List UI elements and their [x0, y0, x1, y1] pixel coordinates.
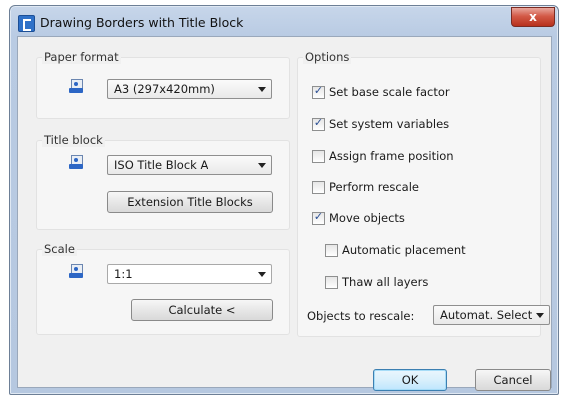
title-block-select[interactable]: ISO Title Block A	[107, 155, 272, 175]
app-icon	[18, 15, 35, 32]
checkbox-box[interactable]	[325, 244, 338, 257]
cancel-button[interactable]: Cancel	[475, 369, 551, 391]
checkbox-label: Thaw all layers	[342, 275, 429, 289]
title-block-value: ISO Title Block A	[114, 158, 209, 172]
ok-button[interactable]: OK	[373, 369, 447, 391]
calculate-button[interactable]: Calculate <	[131, 299, 273, 321]
title-bar[interactable]: Drawing Borders with Title Block x	[10, 6, 558, 36]
dialog-body: Paper format A3 (297x420mm) Title block …	[17, 36, 552, 391]
checkmark-icon: ✓	[313, 210, 324, 223]
title-block-label: Title block	[42, 133, 105, 147]
title-block-group	[36, 140, 290, 230]
options-group	[297, 57, 541, 337]
chevron-down-icon	[258, 163, 266, 168]
objects-to-rescale-label: Objects to rescale:	[307, 309, 415, 323]
options-label: Options	[303, 50, 352, 64]
scale-label: Scale	[42, 242, 77, 256]
checkbox-box[interactable]	[312, 150, 325, 163]
title-block-icon	[69, 155, 83, 169]
scale-select[interactable]: 1:1	[107, 264, 272, 284]
scale-icon	[69, 264, 83, 278]
paper-format-select[interactable]: A3 (297x420mm)	[107, 79, 272, 99]
chevron-down-icon	[258, 87, 266, 92]
checkbox-box[interactable]: ✓	[312, 210, 325, 225]
checkbox-box[interactable]: ✓	[312, 84, 325, 99]
checkmark-icon: ✓	[313, 84, 324, 97]
objects-to-rescale-select[interactable]: Automat. Selectic	[433, 305, 550, 325]
paper-format-label: Paper format	[42, 50, 121, 64]
chevron-down-icon	[536, 313, 544, 318]
checkbox-label: Set base scale factor	[329, 85, 450, 99]
dialog-window: Drawing Borders with Title Block x Paper…	[9, 5, 559, 395]
checkmark-icon: ✓	[313, 116, 324, 129]
scale-value: 1:1	[114, 267, 133, 281]
checkbox-label: Assign frame position	[329, 149, 454, 163]
checkbox-label: Move objects	[329, 211, 405, 225]
checkbox-box[interactable]	[325, 276, 338, 289]
paper-format-value: A3 (297x420mm)	[114, 82, 215, 96]
window-title: Drawing Borders with Title Block	[40, 15, 244, 30]
checkbox-label: Perform rescale	[329, 180, 419, 194]
checkbox-label: Automatic placement	[342, 243, 466, 257]
chevron-down-icon	[258, 272, 266, 277]
objects-to-rescale-value: Automat. Selectic	[440, 308, 532, 322]
close-button[interactable]: x	[511, 7, 555, 27]
paper-format-icon	[69, 79, 83, 93]
extension-title-blocks-button[interactable]: Extension Title Blocks	[107, 191, 273, 213]
checkbox-box[interactable]	[312, 181, 325, 194]
checkbox-label: Set system variables	[329, 117, 450, 131]
checkbox-box[interactable]: ✓	[312, 116, 325, 131]
scale-group	[36, 249, 290, 335]
